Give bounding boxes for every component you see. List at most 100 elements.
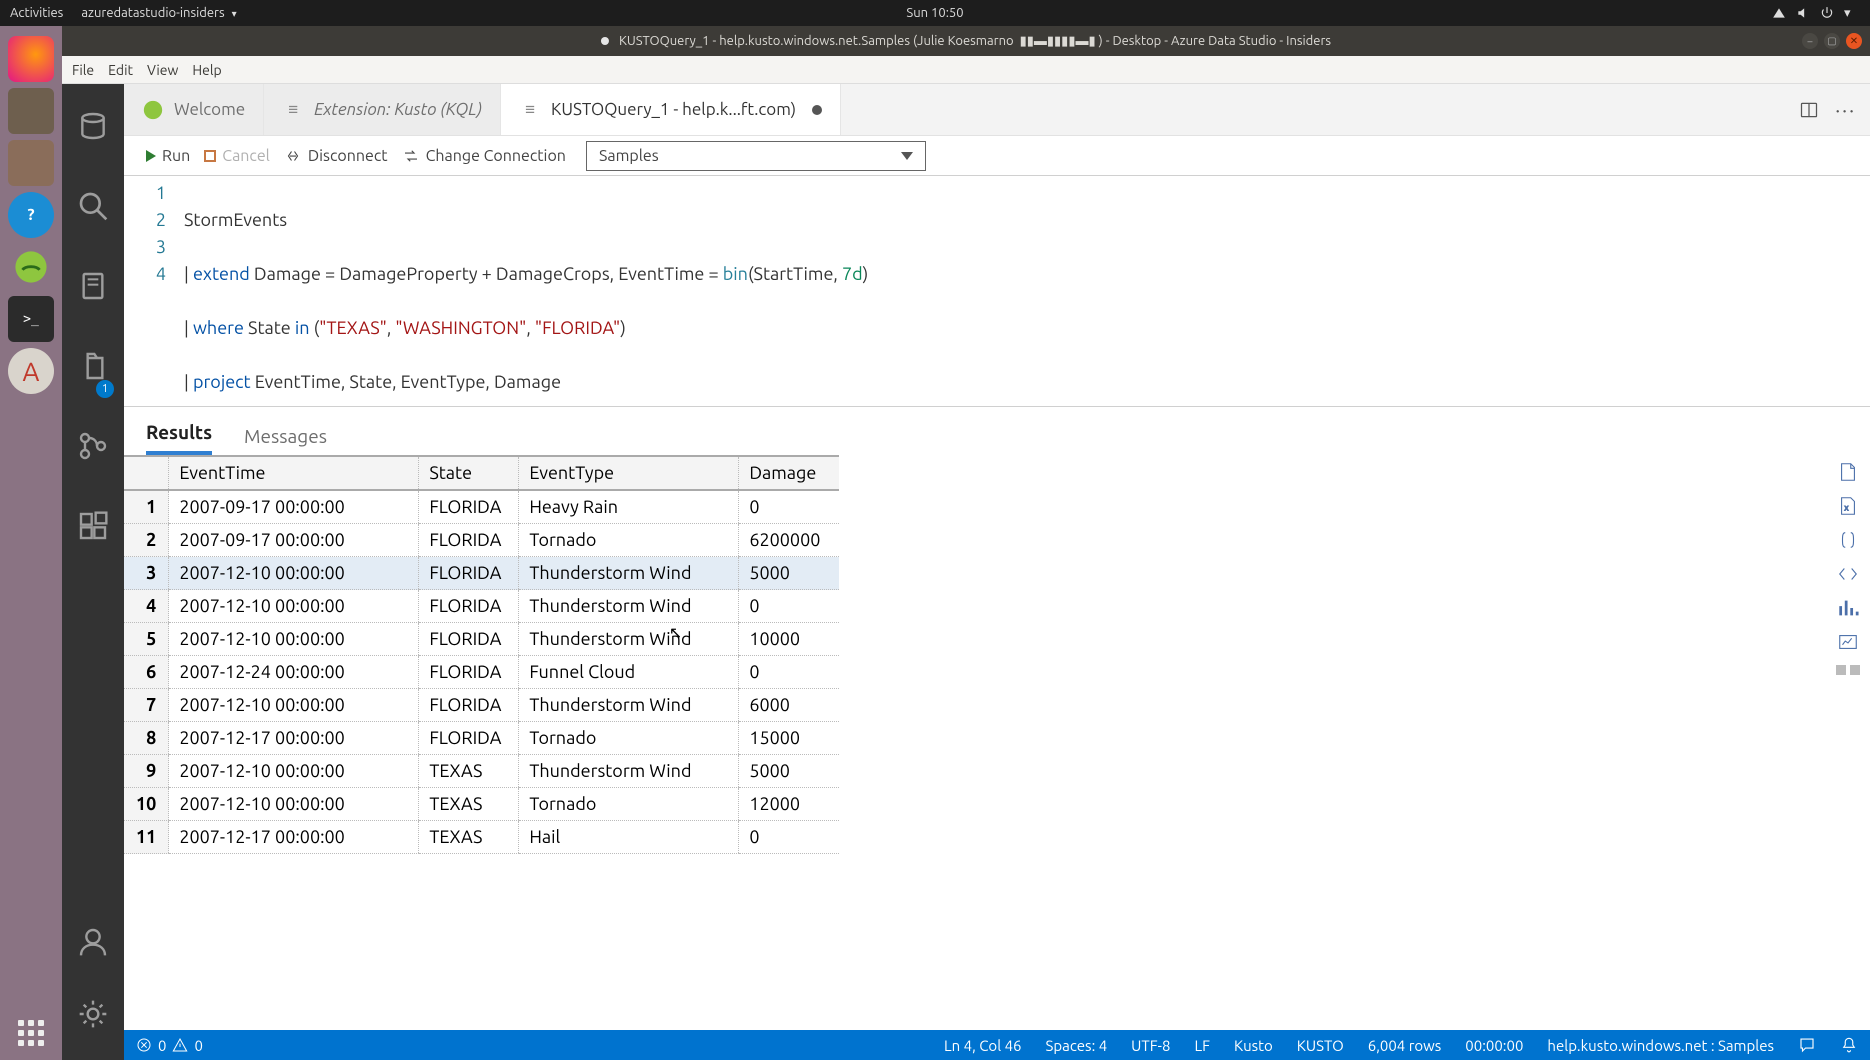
change-connection-button[interactable]: Change Connection (402, 147, 566, 165)
cell-eventtime[interactable]: 2007-12-10 00:00:00 (169, 755, 419, 788)
cell-eventtype[interactable]: Tornado (519, 788, 739, 821)
cell-damage[interactable]: 0 (739, 490, 839, 524)
split-editor-icon[interactable] (1799, 100, 1819, 120)
bell-icon[interactable] (1840, 1036, 1858, 1054)
col-eventtime[interactable]: EventTime (169, 456, 419, 490)
activities-button[interactable]: Activities (10, 6, 63, 20)
menu-help[interactable]: Help (192, 62, 221, 78)
cell-eventtime[interactable]: 2007-12-10 00:00:00 (169, 557, 419, 590)
dock-files-icon[interactable] (8, 88, 54, 134)
cell-state[interactable]: FLORIDA (419, 689, 519, 722)
cell-state[interactable]: TEXAS (419, 788, 519, 821)
cell-damage[interactable]: 10000 (739, 623, 839, 656)
cell-eventtype[interactable]: Thunderstorm Wind (519, 623, 739, 656)
system-chevron-down-icon[interactable]: ▾ (1844, 6, 1858, 20)
table-row[interactable]: 52007-12-10 00:00:00FLORIDAThunderstorm … (124, 623, 839, 656)
cell-state[interactable]: FLORIDA (419, 722, 519, 755)
status-eol[interactable]: LF (1194, 1037, 1210, 1054)
cell-eventtype[interactable]: Tornado (519, 722, 739, 755)
status-row-count[interactable]: 6,004 rows (1368, 1037, 1442, 1054)
activity-notebooks-icon[interactable] (77, 270, 109, 302)
status-elapsed[interactable]: 00:00:00 (1465, 1037, 1523, 1054)
table-row[interactable]: 102007-12-10 00:00:00TEXASTornado12000 (124, 788, 839, 821)
cell-state[interactable]: TEXAS (419, 821, 519, 854)
table-row[interactable]: 12007-09-17 00:00:00FLORIDAHeavy Rain0 (124, 490, 839, 524)
save-json-icon[interactable] (1837, 529, 1859, 551)
table-row[interactable]: 82007-12-17 00:00:00FLORIDATornado15000 (124, 722, 839, 755)
status-cursor-pos[interactable]: Ln 4, Col 46 (944, 1037, 1021, 1054)
cell-state[interactable]: FLORIDA (419, 590, 519, 623)
power-icon[interactable] (1820, 6, 1834, 20)
activity-account-icon[interactable] (77, 926, 109, 958)
run-button[interactable]: Run (146, 147, 190, 165)
status-indent[interactable]: Spaces: 4 (1046, 1037, 1108, 1054)
col-damage[interactable]: Damage (739, 456, 839, 490)
window-close-button[interactable]: ✕ (1846, 33, 1862, 49)
cell-eventtype[interactable]: Heavy Rain (519, 490, 739, 524)
cell-damage[interactable]: 6200000 (739, 524, 839, 557)
dock-terminal-icon[interactable]: >_ (8, 296, 54, 342)
cell-eventtime[interactable]: 2007-09-17 00:00:00 (169, 490, 419, 524)
tab-results[interactable]: Results (146, 421, 212, 455)
col-state[interactable]: State (419, 456, 519, 490)
tab-extension[interactable]: ≡ Extension: Kusto (KQL) (264, 84, 501, 135)
cell-state[interactable]: FLORIDA (419, 656, 519, 689)
status-problems[interactable]: 0 0 (136, 1037, 203, 1054)
cell-eventtime[interactable]: 2007-12-10 00:00:00 (169, 623, 419, 656)
tab-welcome[interactable]: Welcome (124, 84, 264, 135)
cell-state[interactable]: TEXAS (419, 755, 519, 788)
volume-icon[interactable] (1796, 6, 1810, 20)
activity-extensions-icon[interactable] (77, 510, 109, 542)
cell-eventtime[interactable]: 2007-12-10 00:00:00 (169, 590, 419, 623)
table-row[interactable]: 92007-12-10 00:00:00TEXASThunderstorm Wi… (124, 755, 839, 788)
save-excel-icon[interactable]: x (1837, 495, 1859, 517)
activity-scm-icon[interactable] (77, 430, 109, 462)
feedback-icon[interactable] (1798, 1036, 1816, 1054)
network-icon[interactable] (1772, 6, 1786, 20)
code-content[interactable]: StormEvents | extend Damage = DamageProp… (184, 180, 1870, 406)
cell-eventtime[interactable]: 2007-09-17 00:00:00 (169, 524, 419, 557)
cell-damage[interactable]: 12000 (739, 788, 839, 821)
window-maximize-button[interactable]: ▢ (1824, 33, 1840, 49)
save-csv-icon[interactable] (1837, 461, 1859, 483)
more-actions-icon[interactable]: ··· (1835, 98, 1856, 121)
cell-eventtime[interactable]: 2007-12-17 00:00:00 (169, 722, 419, 755)
dock-firefox-icon[interactable] (8, 36, 54, 82)
cell-eventtype[interactable]: Funnel Cloud (519, 656, 739, 689)
dock-software-icon[interactable] (8, 140, 54, 186)
cell-state[interactable]: FLORIDA (419, 490, 519, 524)
tab-messages[interactable]: Messages (244, 425, 327, 455)
cell-damage[interactable]: 5000 (739, 557, 839, 590)
tab-active-query[interactable]: ≡ KUSTOQuery_1 - help.k...ft.com) (501, 84, 841, 135)
cell-eventtime[interactable]: 2007-12-10 00:00:00 (169, 788, 419, 821)
cell-eventtime[interactable]: 2007-12-17 00:00:00 (169, 821, 419, 854)
status-server[interactable]: help.kusto.windows.net : Samples (1547, 1037, 1774, 1054)
table-row[interactable]: 42007-12-10 00:00:00FLORIDAThunderstorm … (124, 590, 839, 623)
results-grid[interactable]: EventTime State EventType Damage 12007-0… (124, 455, 839, 1030)
cancel-button[interactable]: Cancel (204, 147, 270, 165)
code-editor[interactable]: 1234 StormEvents | extend Damage = Damag… (124, 176, 1870, 406)
cell-eventtype[interactable]: Hail (519, 821, 739, 854)
status-encoding[interactable]: UTF-8 (1131, 1037, 1170, 1054)
cell-eventtime[interactable]: 2007-12-24 00:00:00 (169, 656, 419, 689)
cell-state[interactable]: FLORIDA (419, 557, 519, 590)
menu-edit[interactable]: Edit (108, 62, 133, 78)
status-connection-type[interactable]: KUSTO (1297, 1037, 1344, 1054)
cell-damage[interactable]: 0 (739, 656, 839, 689)
table-row[interactable]: 72007-12-10 00:00:00FLORIDAThunderstorm … (124, 689, 839, 722)
cell-eventtype[interactable]: Thunderstorm Wind (519, 689, 739, 722)
menu-file[interactable]: File (72, 62, 94, 78)
activity-connections-icon[interactable] (77, 110, 109, 142)
col-eventtype[interactable]: EventType (519, 456, 739, 490)
activity-explorer-icon[interactable] (77, 350, 109, 382)
cell-eventtype[interactable]: Tornado (519, 524, 739, 557)
cell-damage[interactable]: 15000 (739, 722, 839, 755)
chart-icon[interactable] (1837, 597, 1859, 619)
cell-eventtype[interactable]: Thunderstorm Wind (519, 590, 739, 623)
cell-damage[interactable]: 5000 (739, 755, 839, 788)
activity-search-icon[interactable] (77, 190, 109, 222)
table-row[interactable]: 32007-12-10 00:00:00FLORIDAThunderstorm … (124, 557, 839, 590)
visualizer-icon[interactable] (1837, 631, 1859, 653)
cell-eventtype[interactable]: Thunderstorm Wind (519, 755, 739, 788)
table-row[interactable]: 62007-12-24 00:00:00FLORIDAFunnel Cloud0 (124, 656, 839, 689)
